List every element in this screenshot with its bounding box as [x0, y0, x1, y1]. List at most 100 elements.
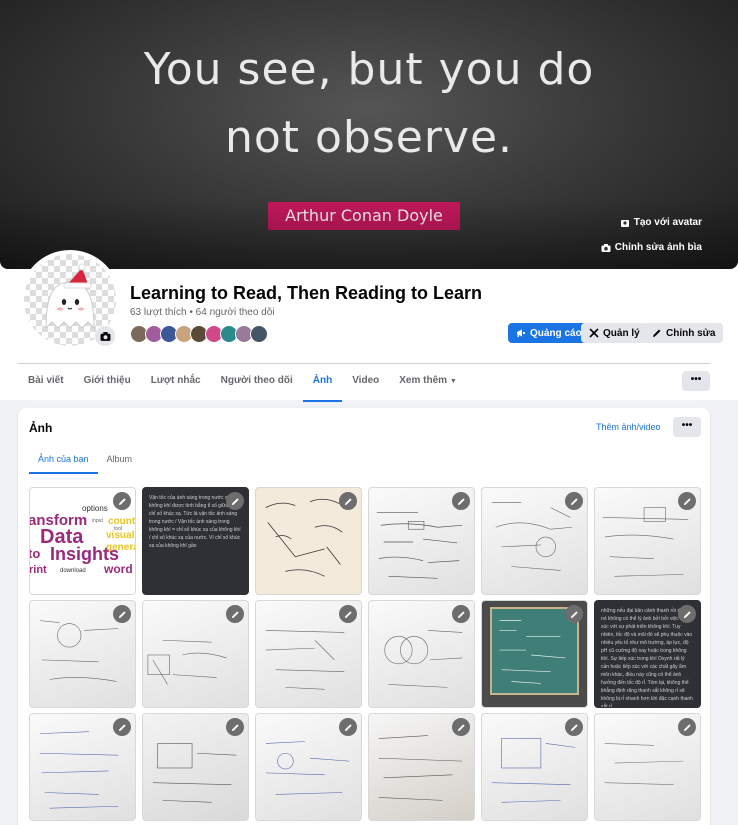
pencil-icon: [344, 610, 352, 618]
pencil-icon: [683, 723, 691, 731]
pencil-icon: [457, 497, 465, 505]
caret-down-icon: ▼: [449, 378, 457, 385]
megaphone-icon: [517, 329, 525, 337]
pencil-icon: [457, 610, 465, 618]
tab-mentions[interactable]: Lượt nhắc: [141, 364, 211, 400]
edit-photo-button[interactable]: [565, 718, 583, 736]
pencil-icon: [231, 723, 239, 731]
photo-tile[interactable]: [29, 713, 136, 821]
pencil-icon: [683, 610, 691, 618]
photo-tile[interactable]: [255, 487, 362, 595]
pencil-icon: [344, 723, 352, 731]
tab-see-more[interactable]: Xem thêm ▼: [389, 364, 467, 400]
photo-tile[interactable]: [368, 600, 475, 708]
edit-photo-button[interactable]: [452, 605, 470, 623]
pencil-icon: [457, 723, 465, 731]
edit-photo-button[interactable]: [452, 718, 470, 736]
edit-photo-button[interactable]: [565, 605, 583, 623]
word-cloud-text: to: [29, 546, 41, 561]
tab-photos[interactable]: Ảnh: [302, 364, 343, 402]
photo-tile[interactable]: options ansform Data count visualiz gene…: [29, 487, 136, 595]
create-with-avatar-button[interactable]: Tạo với avatar: [620, 217, 702, 228]
subtab-album[interactable]: Album: [98, 448, 142, 474]
photo-tile[interactable]: [368, 487, 475, 595]
create-with-avatar-label: Tạo với avatar: [633, 217, 702, 228]
pencil-icon: [118, 723, 126, 731]
edit-page-button[interactable]: Chỉnh sửa: [644, 323, 724, 343]
cover-quote-line2: not observe.: [224, 112, 514, 163]
add-photo-video-link[interactable]: Thêm ảnh/video: [596, 422, 661, 432]
dots-icon: •••: [690, 374, 702, 385]
edit-photo-button[interactable]: [339, 605, 357, 623]
manage-label: Quản lý: [603, 327, 640, 339]
photo-tile[interactable]: [368, 713, 475, 821]
photo-tile[interactable]: [255, 713, 362, 821]
edit-photo-button[interactable]: [678, 718, 696, 736]
photo-tile[interactable]: [255, 600, 362, 708]
photos-card-title: Ảnh: [29, 421, 53, 435]
photo-tile[interactable]: những nếu đại bản cảnh thanh rồi rì thì …: [594, 600, 701, 708]
photos-card: Ảnh Thêm ảnh/video ••• Ảnh của bạn Album…: [18, 408, 710, 825]
page-header: You see, but you do not observe. Arthur …: [0, 0, 738, 402]
photo-tile[interactable]: [481, 487, 588, 595]
follower-avatars[interactable]: [130, 325, 268, 343]
ads-button[interactable]: Quảng cáo: [508, 323, 590, 343]
pencil-icon: [118, 497, 126, 505]
edit-photo-button[interactable]: [678, 492, 696, 510]
edit-photo-button[interactable]: [452, 492, 470, 510]
page-stats[interactable]: 63 lượt thích • 64 người theo dõi: [130, 307, 275, 318]
edit-photo-button[interactable]: [565, 492, 583, 510]
pencil-icon: [570, 497, 578, 505]
word-cloud-text: word: [104, 562, 133, 576]
follower-avatar[interactable]: [250, 325, 268, 343]
tab-about[interactable]: Giới thiệu: [74, 364, 141, 400]
edit-photo-button[interactable]: [226, 492, 244, 510]
cover-author: Arthur Conan Doyle: [268, 202, 460, 230]
pencil-icon: [570, 723, 578, 731]
edit-photo-button[interactable]: [226, 718, 244, 736]
page-title: Learning to Read, Then Reading to Learn: [130, 283, 483, 303]
photo-subtabs: Ảnh của bạn Album: [29, 448, 141, 474]
dots-icon: •••: [681, 420, 693, 431]
avatar-camera-button[interactable]: [95, 326, 115, 346]
manage-button[interactable]: Quản lý: [581, 323, 648, 343]
photos-more-button[interactable]: •••: [673, 417, 701, 437]
cover-photo[interactable]: You see, but you do not observe. Arthur …: [0, 0, 738, 269]
edit-photo-button[interactable]: [339, 718, 357, 736]
photo-text: những nếu đại bản cảnh thanh rồi rì thì …: [601, 608, 693, 708]
pencil-icon: [683, 497, 691, 505]
photo-tile[interactable]: [481, 713, 588, 821]
edit-cover-label: Chỉnh sửa ảnh bìa: [614, 242, 702, 253]
photo-tile[interactable]: [594, 713, 701, 821]
pencil-icon: [231, 610, 239, 618]
edit-photo-button[interactable]: [113, 605, 131, 623]
word-cloud-text: download: [60, 568, 86, 574]
page-tabs: Bài viết Giới thiệu Lượt nhắc Người theo…: [18, 364, 467, 402]
camera-icon: [100, 331, 110, 341]
edit-photo-button[interactable]: [113, 718, 131, 736]
pencil-icon: [118, 610, 126, 618]
photo-tile[interactable]: [481, 600, 588, 708]
pencil-icon: [344, 497, 352, 505]
pencil-icon: [231, 497, 239, 505]
edit-photo-button[interactable]: [226, 605, 244, 623]
camera-icon: [601, 243, 611, 252]
tab-followers[interactable]: Người theo dõi: [211, 364, 303, 400]
edit-photo-button[interactable]: [113, 492, 131, 510]
edit-photo-button[interactable]: [678, 605, 696, 623]
cover-quote-line1: You see, but you do: [143, 44, 595, 95]
photo-tile[interactable]: [142, 713, 249, 821]
edit-photo-button[interactable]: [339, 492, 357, 510]
photo-tile[interactable]: [29, 600, 136, 708]
tab-videos[interactable]: Video: [342, 364, 389, 400]
tab-posts[interactable]: Bài viết: [18, 364, 74, 400]
ads-label: Quảng cáo: [530, 327, 582, 339]
avatar-icon: [620, 219, 629, 227]
photo-tile[interactable]: [594, 487, 701, 595]
subtab-your-photos[interactable]: Ảnh của bạn: [29, 448, 98, 474]
pencil-icon: [653, 329, 661, 337]
edit-cover-button[interactable]: Chỉnh sửa ảnh bìa: [601, 242, 702, 253]
tabs-more-button[interactable]: •••: [682, 371, 710, 391]
photo-tile[interactable]: Vận tốc của ánh sáng trong nước so với k…: [142, 487, 249, 595]
photo-tile[interactable]: [142, 600, 249, 708]
